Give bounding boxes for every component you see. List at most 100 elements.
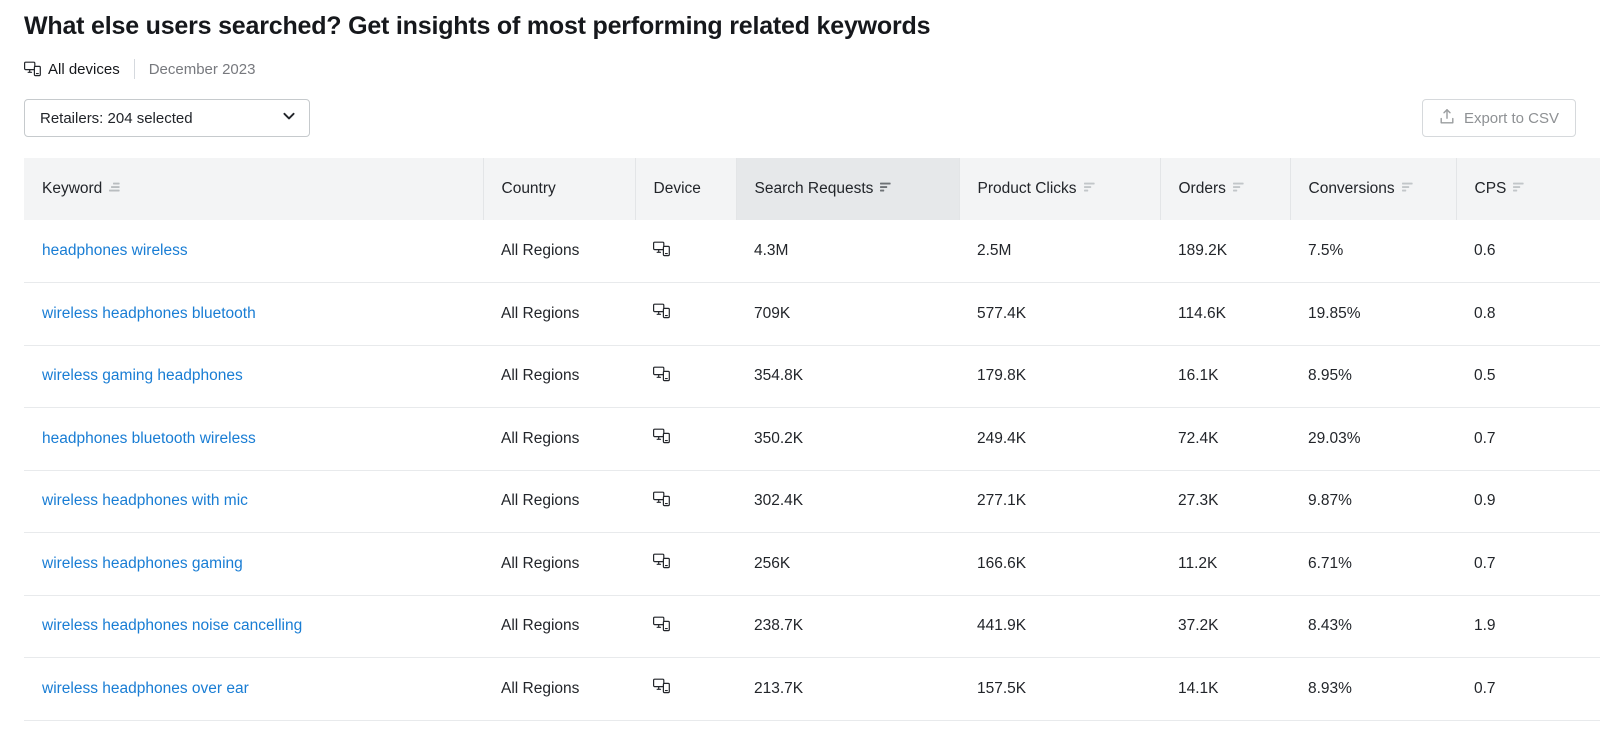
table-body: headphones wirelessAll Regions4.3M2.5M18… bbox=[24, 220, 1600, 720]
table-row: wireless headphones gamingAll Regions256… bbox=[24, 533, 1600, 596]
cell-conversions: 8.93% bbox=[1290, 658, 1456, 721]
cell-orders: 16.1K bbox=[1160, 345, 1290, 408]
keyword-link[interactable]: wireless headphones noise cancelling bbox=[42, 617, 302, 634]
table-header: Keyword Country bbox=[24, 158, 1600, 220]
devices-icon bbox=[653, 431, 670, 448]
keyword-link[interactable]: wireless headphones gaming bbox=[42, 555, 243, 572]
column-header-orders[interactable]: Orders bbox=[1160, 158, 1290, 220]
cell-device bbox=[635, 595, 736, 658]
cell-keyword: wireless gaming headphones bbox=[24, 345, 483, 408]
cell-cps: 0.5 bbox=[1456, 345, 1600, 408]
cell-conversions: 8.43% bbox=[1290, 595, 1456, 658]
devices-icon bbox=[653, 619, 670, 636]
cell-product-clicks: 2.5M bbox=[959, 220, 1160, 283]
cell-product-clicks: 249.4K bbox=[959, 408, 1160, 471]
keywords-table-container: Keyword Country bbox=[24, 158, 1600, 721]
cell-search-requests: 350.2K bbox=[736, 408, 959, 471]
cell-cps: 0.7 bbox=[1456, 658, 1600, 721]
keyword-link[interactable]: wireless headphones bluetooth bbox=[42, 305, 256, 322]
cell-keyword: wireless headphones over ear bbox=[24, 658, 483, 721]
cell-keyword: wireless headphones gaming bbox=[24, 533, 483, 596]
cell-device bbox=[635, 658, 736, 721]
cell-country: All Regions bbox=[483, 345, 635, 408]
keyword-link[interactable]: wireless headphones over ear bbox=[42, 680, 249, 697]
cell-country: All Regions bbox=[483, 220, 635, 283]
cell-device bbox=[635, 220, 736, 283]
cell-orders: 11.2K bbox=[1160, 533, 1290, 596]
cell-conversions: 6.71% bbox=[1290, 533, 1456, 596]
table-row: wireless headphones over earAll Regions2… bbox=[24, 658, 1600, 721]
sort-icon[interactable] bbox=[1513, 180, 1526, 198]
table-row: headphones wirelessAll Regions4.3M2.5M18… bbox=[24, 220, 1600, 283]
sort-icon[interactable] bbox=[880, 180, 893, 198]
meta-divider bbox=[134, 59, 135, 79]
column-header-product-clicks[interactable]: Product Clicks bbox=[959, 158, 1160, 220]
cell-country: All Regions bbox=[483, 470, 635, 533]
cell-conversions: 9.87% bbox=[1290, 470, 1456, 533]
chevron-down-icon bbox=[281, 108, 297, 128]
table-row: wireless headphones with micAll Regions3… bbox=[24, 470, 1600, 533]
column-header-conversions[interactable]: Conversions bbox=[1290, 158, 1456, 220]
keyword-link[interactable]: headphones bluetooth wireless bbox=[42, 430, 256, 447]
sort-icon[interactable] bbox=[109, 180, 122, 198]
export-to-csv-label: Export to CSV bbox=[1464, 110, 1559, 127]
cell-device bbox=[635, 283, 736, 346]
cell-keyword: headphones wireless bbox=[24, 220, 483, 283]
cell-orders: 27.3K bbox=[1160, 470, 1290, 533]
cell-conversions: 7.5% bbox=[1290, 220, 1456, 283]
export-upload-icon bbox=[1439, 108, 1455, 129]
table-row: headphones bluetooth wireless All Regions… bbox=[24, 408, 1600, 471]
table-row: wireless headphones noise cancelling All … bbox=[24, 595, 1600, 658]
keywords-table: Keyword Country bbox=[24, 158, 1600, 721]
cell-keyword: wireless headphones with mic bbox=[24, 470, 483, 533]
cell-product-clicks: 157.5K bbox=[959, 658, 1160, 721]
sort-icon[interactable] bbox=[1402, 180, 1415, 198]
column-header-label: CPS bbox=[1475, 180, 1507, 198]
keyword-link[interactable]: wireless headphones with mic bbox=[42, 492, 248, 509]
cell-keyword: headphones bluetooth wireless bbox=[24, 408, 483, 471]
column-header-cps[interactable]: CPS bbox=[1456, 158, 1600, 220]
keyword-insights-page: What else users searched? Get insights o… bbox=[0, 0, 1600, 746]
export-to-csv-button[interactable]: Export to CSV bbox=[1422, 99, 1576, 137]
cell-conversions: 8.95% bbox=[1290, 345, 1456, 408]
table-row: wireless gaming headphones All Regions 354… bbox=[24, 345, 1600, 408]
cell-cps: 0.7 bbox=[1456, 408, 1600, 471]
keyword-link[interactable]: wireless gaming headphones bbox=[42, 367, 243, 384]
column-header-label: Country bbox=[502, 180, 556, 198]
cell-country: All Regions bbox=[483, 595, 635, 658]
column-header-search-requests[interactable]: Search Requests bbox=[736, 158, 959, 220]
cell-cps: 0.7 bbox=[1456, 533, 1600, 596]
cell-cps: 1.9 bbox=[1456, 595, 1600, 658]
sort-icon[interactable] bbox=[1233, 180, 1246, 198]
cell-cps: 0.9 bbox=[1456, 470, 1600, 533]
cell-search-requests: 354.8K bbox=[736, 345, 959, 408]
report-meta: All devices December 2023 bbox=[24, 58, 255, 80]
cell-orders: 189.2K bbox=[1160, 220, 1290, 283]
cell-orders: 114.6K bbox=[1160, 283, 1290, 346]
device-scope: All devices bbox=[24, 61, 120, 78]
keyword-link[interactable]: headphones wireless bbox=[42, 242, 188, 259]
cell-conversions: 29.03% bbox=[1290, 408, 1456, 471]
devices-icon bbox=[653, 494, 670, 511]
cell-search-requests: 256K bbox=[736, 533, 959, 596]
sort-icon[interactable] bbox=[1084, 180, 1097, 198]
devices-icon bbox=[653, 306, 670, 323]
cell-country: All Regions bbox=[483, 283, 635, 346]
page-title: What else users searched? Get insights o… bbox=[24, 12, 930, 41]
column-header-label: Search Requests bbox=[755, 180, 874, 198]
cell-device bbox=[635, 345, 736, 408]
cell-cps: 0.6 bbox=[1456, 220, 1600, 283]
cell-device bbox=[635, 533, 736, 596]
cell-product-clicks: 166.6K bbox=[959, 533, 1160, 596]
cell-country: All Regions bbox=[483, 408, 635, 471]
devices-icon bbox=[653, 681, 670, 698]
column-header-country[interactable]: Country bbox=[483, 158, 635, 220]
retailers-select[interactable]: Retailers: 204 selected bbox=[24, 99, 310, 137]
column-header-label: Conversions bbox=[1309, 180, 1395, 198]
table-row: wireless headphones bluetooth All Regions… bbox=[24, 283, 1600, 346]
column-header-device[interactable]: Device bbox=[635, 158, 736, 220]
devices-icon bbox=[653, 244, 670, 261]
column-header-keyword[interactable]: Keyword bbox=[24, 158, 483, 220]
cell-product-clicks: 577.4K bbox=[959, 283, 1160, 346]
report-period: December 2023 bbox=[149, 61, 256, 78]
